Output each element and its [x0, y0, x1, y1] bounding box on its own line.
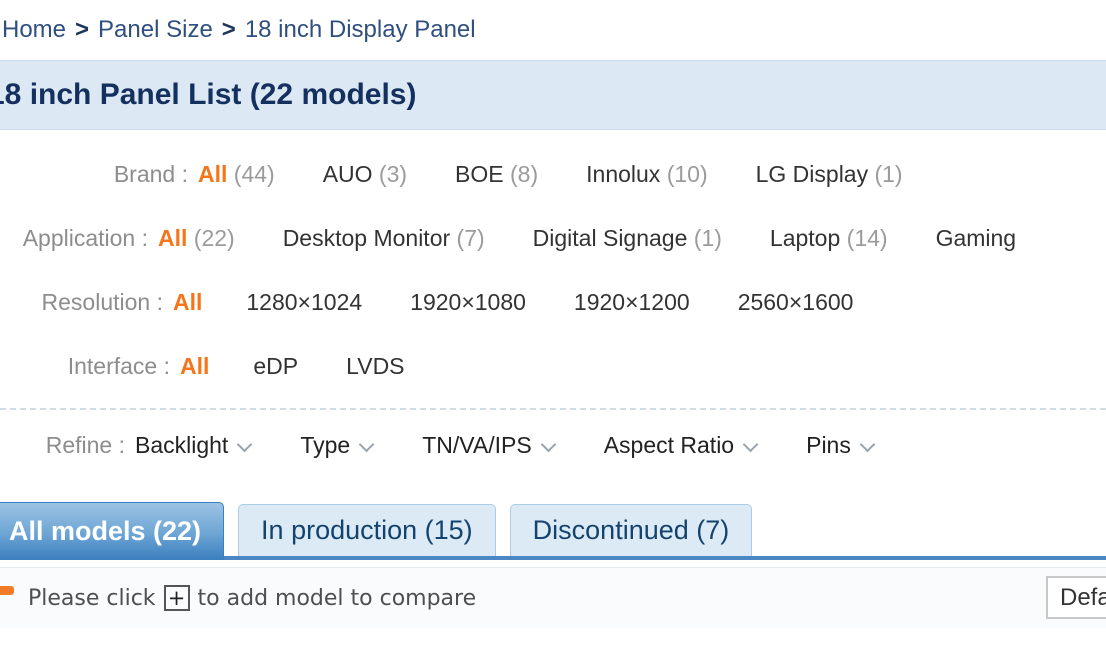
tab-label: In production (15): [261, 515, 473, 545]
filter-option-resolution-all[interactable]: All: [173, 289, 202, 316]
filter-option-name: 2560×1600: [737, 288, 854, 315]
filter-option-name: 1920×1200: [573, 288, 690, 315]
filter-option-count: (1): [693, 224, 722, 251]
filter-option-name: All: [180, 352, 210, 379]
filter-option-name: All: [158, 224, 188, 251]
refine-dropdown-backlight[interactable]: Backlight: [135, 432, 254, 459]
filter-option-brand-lg-display[interactable]: LG Display (1): [756, 161, 903, 188]
tab-label: Discontinued (7): [532, 515, 730, 545]
page-title: 18 inch Panel List (22 models): [0, 78, 417, 111]
filter-option-name: All: [173, 288, 203, 315]
filter-option-resolution-1280x1024[interactable]: 1280×1024: [246, 289, 362, 316]
plus-icon[interactable]: +: [163, 585, 190, 611]
filter-row-resolution: Resolution : All 1280×1024 1920×1080 192…: [0, 270, 1106, 334]
filter-option-name: 1920×1080: [410, 288, 526, 315]
filter-option-name: Gaming: [935, 224, 1017, 251]
refine-dropdown-type[interactable]: Type: [300, 432, 376, 459]
filter-option-name: Innolux: [586, 160, 661, 187]
refine-dropdown-tn-va-ips[interactable]: TN/VA/IPS: [422, 432, 558, 459]
filter-option-count: (14): [846, 224, 888, 251]
breadcrumb-item-current[interactable]: 18 inch Display Panel: [245, 16, 476, 44]
filter-row-refine: Refine : Backlight Type TN/VA/IPS Aspect…: [0, 410, 1106, 480]
breadcrumb-separator: >: [221, 16, 236, 43]
sort-order-value: Default: [1060, 583, 1106, 611]
filter-option-resolution-1920x1080[interactable]: 1920×1080: [410, 289, 526, 316]
filter-option-brand-auo[interactable]: AUO (3): [323, 161, 407, 188]
filter-panel: Brand : All (44) AUO (3) BOE (8) Innolux…: [0, 130, 1106, 480]
filter-option-application-laptop[interactable]: Laptop (14): [770, 225, 888, 252]
compare-toolbar: Please click + to add model to compare D…: [0, 568, 1106, 628]
filter-option-interface-edp[interactable]: eDP: [253, 353, 298, 380]
filter-option-name: AUO: [322, 160, 373, 187]
filter-option-count: (22): [193, 224, 235, 251]
filter-option-name: BOE: [455, 160, 504, 187]
refine-label-text: TN/VA/IPS: [422, 431, 532, 458]
refine-label-text: Pins: [806, 431, 851, 458]
filter-option-brand-boe[interactable]: BOE (8): [455, 161, 538, 188]
filter-label-brand: Brand :: [113, 160, 188, 187]
toolbar-divider: [0, 560, 1106, 568]
filter-option-name: 1280×1024: [246, 288, 363, 315]
breadcrumb: Home > Panel Size > 18 inch Display Pane…: [0, 0, 1106, 60]
tab-all-models[interactable]: All models (22): [0, 502, 225, 560]
filter-option-name: Desktop Monitor: [282, 224, 451, 251]
refine-dropdown-pins[interactable]: Pins: [806, 432, 877, 459]
filter-option-name: LVDS: [346, 352, 405, 379]
refine-label-text: Aspect Ratio: [603, 431, 735, 458]
compare-marker-icon: [0, 586, 14, 595]
filter-option-application-all[interactable]: All (22): [158, 225, 235, 252]
filter-option-interface-all[interactable]: All: [180, 353, 209, 380]
sort-order-select[interactable]: Default: [1046, 576, 1106, 619]
filter-option-count: (7): [456, 224, 485, 251]
filter-option-count: (44): [233, 160, 275, 187]
filter-option-count: (1): [874, 160, 903, 187]
refine-dropdown-aspect-ratio[interactable]: Aspect Ratio: [604, 432, 760, 459]
filter-option-application-digital-signage[interactable]: Digital Signage (1): [533, 225, 722, 252]
filter-option-resolution-1920x1200[interactable]: 1920×1200: [574, 289, 690, 316]
tab-bar: All models (22) In production (15) Disco…: [0, 488, 1106, 560]
filter-option-name: eDP: [253, 352, 299, 379]
filter-option-application-desktop-monitor[interactable]: Desktop Monitor (7): [283, 225, 485, 252]
chevron-down-icon: [861, 437, 877, 453]
filter-label-refine: Refine :: [45, 431, 125, 458]
filter-option-count: (10): [666, 160, 708, 187]
filter-option-resolution-2560x1600[interactable]: 2560×1600: [738, 289, 854, 316]
filter-option-name: Laptop: [769, 224, 841, 251]
refine-label-text: Backlight: [135, 431, 229, 458]
filter-option-application-gaming[interactable]: Gaming: [936, 225, 1017, 252]
chevron-down-icon: [238, 437, 254, 453]
tab-discontinued[interactable]: Discontinued (7): [509, 504, 753, 556]
chevron-down-icon: [744, 437, 760, 453]
filter-option-count: (3): [378, 160, 408, 187]
refine-label-text: Type: [300, 431, 351, 458]
tab-label: All models (22): [9, 516, 202, 546]
breadcrumb-item-home[interactable]: Home: [2, 16, 66, 44]
breadcrumb-separator: >: [75, 16, 90, 43]
filter-row-interface: Interface : All eDP LVDS: [0, 334, 1106, 398]
filter-option-name: LG Display: [755, 160, 869, 187]
filter-row-brand: Brand : All (44) AUO (3) BOE (8) Innolux…: [0, 142, 1106, 206]
chevron-down-icon: [360, 437, 376, 453]
filter-label-application: Application :: [22, 224, 148, 251]
filter-option-brand-all[interactable]: All (44): [198, 161, 275, 188]
compare-hint-suffix: to add model to compare: [197, 585, 477, 611]
page-title-bar: 18 inch Panel List (22 models): [0, 60, 1106, 130]
compare-hint-prefix: Please click: [28, 585, 156, 611]
tab-in-production[interactable]: In production (15): [238, 504, 496, 556]
filter-option-name: Digital Signage: [532, 224, 688, 251]
chevron-down-icon: [542, 437, 558, 453]
compare-hint: Please click + to add model to compare: [28, 585, 476, 611]
filter-option-count: (8): [510, 160, 539, 187]
filter-label-interface: Interface :: [67, 352, 170, 379]
filter-label-resolution: Resolution :: [41, 288, 163, 315]
filter-option-brand-innolux[interactable]: Innolux (10): [586, 161, 707, 188]
filter-option-interface-lvds[interactable]: LVDS: [346, 353, 404, 380]
filter-option-name: All: [198, 160, 228, 187]
breadcrumb-item-panel-size[interactable]: Panel Size: [98, 16, 213, 44]
filter-row-application: Application : All (22) Desktop Monitor (…: [0, 206, 1106, 270]
